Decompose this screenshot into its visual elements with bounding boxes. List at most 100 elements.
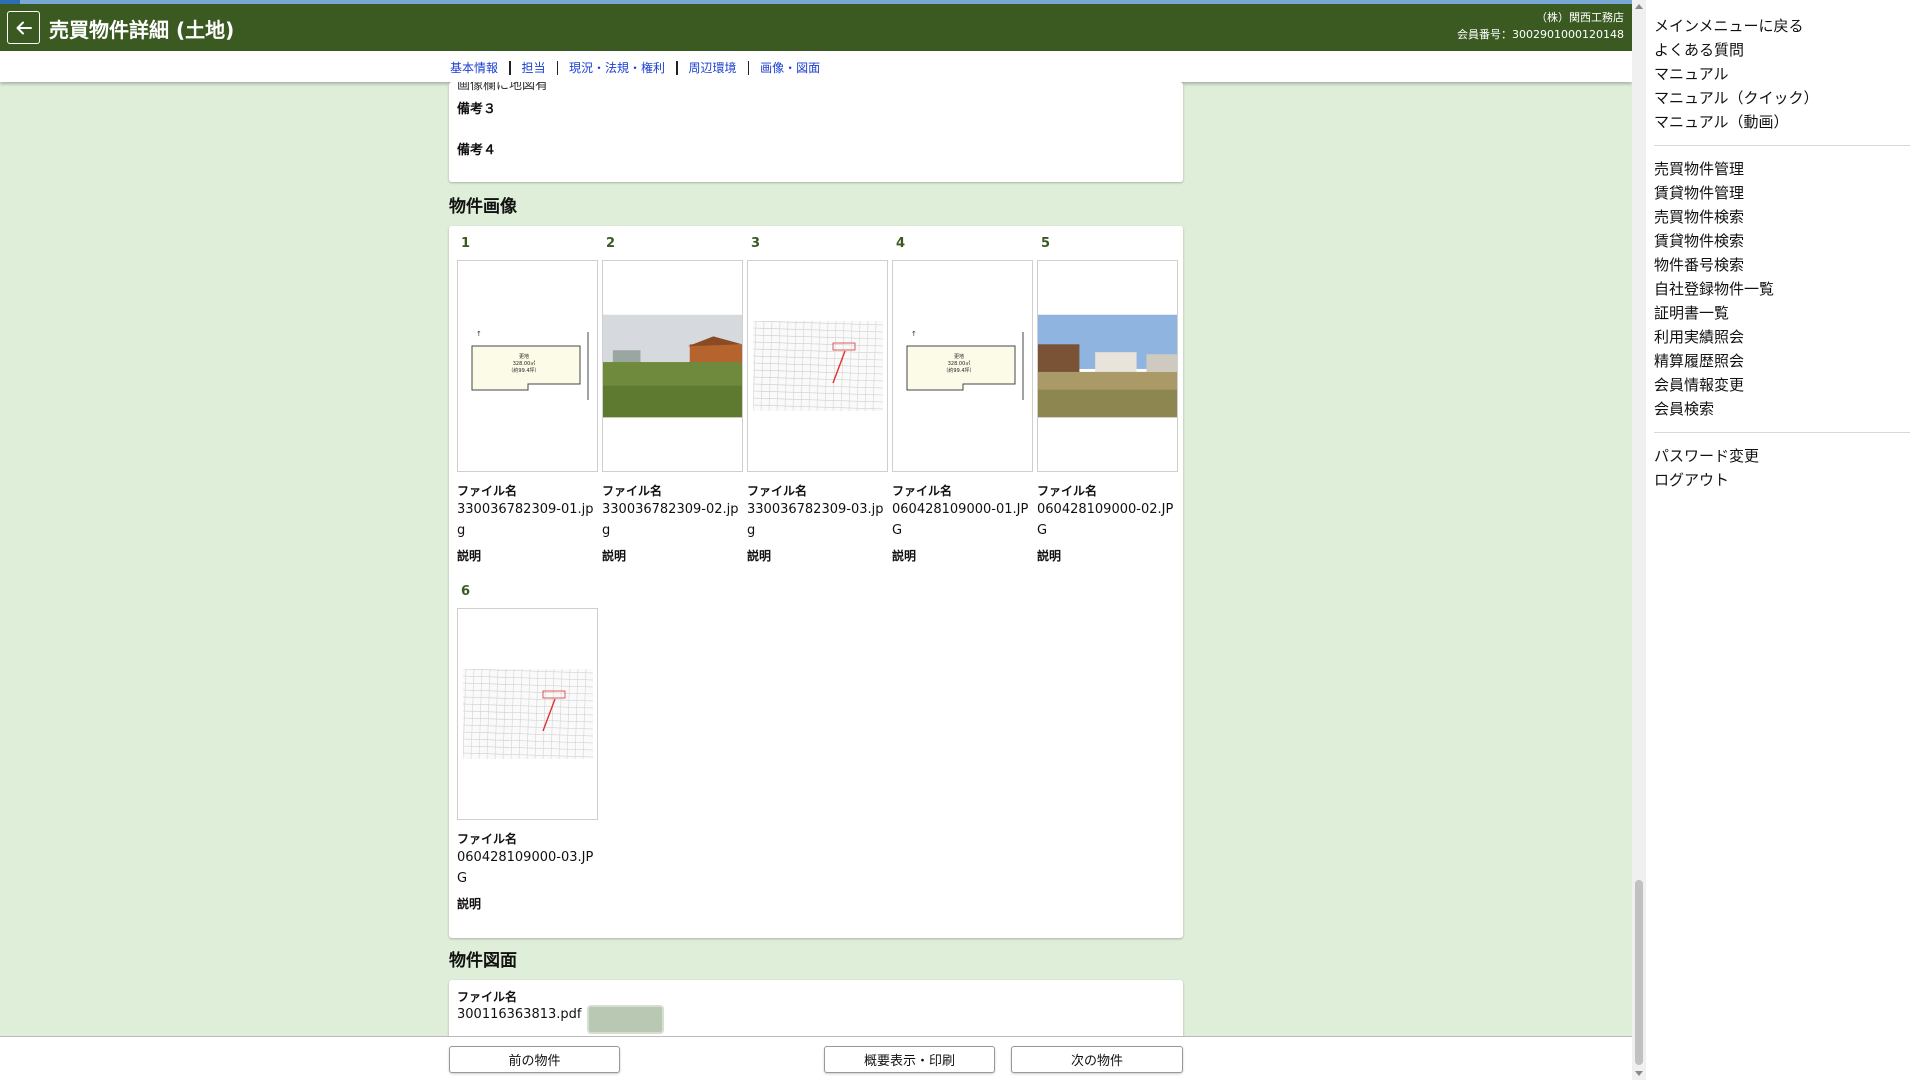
footer-bar: 前の物件 概要表示・印刷 次の物件 <box>0 1036 1632 1080</box>
scroll-up-icon[interactable] <box>1635 4 1643 9</box>
image-tile: 1 ↑ 更地 328.00㎡ （約99.4坪） ファイル名 330036782309-01.… <box>457 236 598 564</box>
file-name-label: ファイル名 <box>602 484 663 498</box>
scroll-thumb[interactable] <box>1635 880 1643 1065</box>
menu-item[interactable]: パスワード変更 <box>1654 444 1910 468</box>
description-label: 説明 <box>892 549 917 563</box>
image-number: 1 <box>461 236 471 251</box>
menu-item[interactable]: 利用実績照会 <box>1654 325 1910 349</box>
arrow-left-icon <box>16 21 32 34</box>
back-button[interactable] <box>7 11 40 44</box>
image-preview <box>752 321 883 411</box>
header-bar: 売買物件詳細 (土地) （株）関西工務店 会員番号：30029010001201… <box>0 4 1632 51</box>
menu-item[interactable]: 売買物件検索 <box>1654 205 1910 229</box>
image-preview <box>1038 314 1177 418</box>
menu-item[interactable]: マニュアル（クイック） <box>1654 86 1910 110</box>
notes-text: 画像欄に地図有 <box>457 82 549 93</box>
image-number: 3 <box>751 236 761 251</box>
nav-separator <box>556 60 559 75</box>
file-name-label: ファイル名 <box>457 832 518 846</box>
image-preview: ↑ 更地328.00㎡（約99.4坪） <box>898 326 1027 406</box>
member-number: 会員番号：3002901000120148 <box>1457 28 1624 41</box>
notes-card: 画像欄に地図有 備考３ 備考４ <box>449 82 1183 182</box>
menu-item[interactable]: よくある質問 <box>1654 38 1910 62</box>
menu-item[interactable]: 賃貸物件管理 <box>1654 181 1910 205</box>
svg-text:↑: ↑ <box>911 330 917 338</box>
menu-divider <box>1654 432 1910 433</box>
menu-item[interactable]: 売買物件管理 <box>1654 157 1910 181</box>
nav-staff[interactable]: 担当 <box>522 59 546 76</box>
menu-item[interactable]: 賃貸物件検索 <box>1654 229 1910 253</box>
menu-item[interactable]: メインメニューに戻る <box>1654 14 1910 38</box>
file-name-label: ファイル名 <box>892 484 953 498</box>
image-thumbnail[interactable]: ↑ 更地 328.00㎡ （約99.4坪） <box>892 260 1033 472</box>
image-tile: 6 ファイル名 060428109000-03.JPG 説明 <box>457 584 598 912</box>
menu-item[interactable]: マニュアル <box>1654 62 1910 86</box>
menu-item[interactable]: 精算履歴照会 <box>1654 349 1910 373</box>
drawing-section-title: 物件図面 <box>449 951 517 971</box>
page-title: 売買物件詳細 (土地) <box>49 18 235 42</box>
print-summary-button[interactable]: 概要表示・印刷 <box>824 1046 995 1073</box>
nav-images-drawings[interactable]: 画像・図面 <box>760 59 820 76</box>
drawing-file-name: 300116363813.pdf <box>457 1007 582 1022</box>
section-nav: 基本情報 担当 現況・法規・権利 周辺環境 画像・図面 <box>0 51 1632 82</box>
image-number: 5 <box>1041 236 1051 251</box>
file-name-value: 060428109000-03.JPG <box>457 850 594 886</box>
image-thumbnail[interactable] <box>457 608 598 820</box>
next-property-button[interactable]: 次の物件 <box>1011 1046 1183 1073</box>
page-scrollbar[interactable] <box>1632 0 1646 1080</box>
description-label: 説明 <box>1037 549 1062 563</box>
scroll-down-icon[interactable] <box>1635 1071 1643 1076</box>
images-section-title: 物件画像 <box>449 197 517 217</box>
company-info: （株）関西工務店 会員番号：3002901000120148 <box>1457 9 1624 43</box>
image-thumbnail[interactable] <box>602 260 743 472</box>
svg-text:↑: ↑ <box>476 330 482 338</box>
image-thumbnail[interactable] <box>1037 260 1178 472</box>
prev-property-button[interactable]: 前の物件 <box>449 1046 620 1073</box>
description-label: 説明 <box>457 549 482 563</box>
menu-item[interactable]: マニュアル（動画） <box>1654 110 1910 134</box>
menu-divider <box>1654 145 1910 146</box>
svg-text:328.00㎡: 328.00㎡ <box>512 360 535 367</box>
image-thumbnail[interactable] <box>747 260 888 472</box>
description-label: 説明 <box>747 549 772 563</box>
sidebar-menu: メインメニューに戻る よくある質問 マニュアル マニュアル（クイック） マニュアル（動画… <box>1646 0 1920 1080</box>
image-preview <box>462 669 593 759</box>
image-tile: 5 ファイル名 060428109000-02.JPG 説明 <box>1037 236 1178 564</box>
menu-item[interactable]: 証明書一覧 <box>1654 301 1910 325</box>
image-tile: 4 ↑ 更地 328.00㎡ （約99.4坪） ファイル名 060428109000-01.… <box>892 236 1033 564</box>
drawing-card: ファイル名 300116363813.pdf <box>449 980 1183 1036</box>
menu-item[interactable]: 自社登録物件一覧 <box>1654 277 1910 301</box>
image-preview <box>603 314 742 418</box>
drawing-open-button[interactable] <box>587 1005 664 1034</box>
image-number: 2 <box>606 236 616 251</box>
description-label: 説明 <box>602 549 627 563</box>
nav-status-law-rights[interactable]: 現況・法規・権利 <box>569 59 665 76</box>
file-name-value: 330036782309-02.jpg <box>602 502 739 538</box>
nav-separator <box>676 60 678 75</box>
svg-text:更地: 更地 <box>953 353 963 360</box>
file-name-value: 330036782309-03.jpg <box>747 502 884 538</box>
file-name-label: ファイル名 <box>457 484 518 498</box>
image-number: 6 <box>461 584 471 599</box>
note4-label: 備考４ <box>457 143 497 158</box>
description-label: 説明 <box>457 897 482 911</box>
note3-label: 備考３ <box>457 102 497 117</box>
menu-item[interactable]: 会員検索 <box>1654 397 1910 421</box>
menu-item[interactable]: 物件番号検索 <box>1654 253 1910 277</box>
images-card: 1 ↑ 更地 328.00㎡ （約99.4坪） ファイル名 330036782309-01.… <box>449 226 1183 938</box>
svg-text:328.00㎡: 328.00㎡ <box>947 360 970 367</box>
file-name-label: ファイル名 <box>747 484 808 498</box>
menu-item[interactable]: ログアウト <box>1654 468 1910 492</box>
file-name-value: 060428109000-01.JPG <box>892 502 1029 538</box>
file-name-label: ファイル名 <box>1037 484 1098 498</box>
image-thumbnail[interactable]: ↑ 更地 328.00㎡ （約99.4坪） <box>457 260 598 472</box>
nav-surroundings[interactable]: 周辺環境 <box>689 59 737 76</box>
file-name-value: 060428109000-02.JPG <box>1037 502 1174 538</box>
file-name-value: 330036782309-01.jpg <box>457 502 594 538</box>
svg-text:（約99.4坪）: （約99.4坪） <box>943 367 974 374</box>
menu-item[interactable]: 会員情報変更 <box>1654 373 1910 397</box>
nav-basic-info[interactable]: 基本情報 <box>450 59 498 76</box>
svg-text:（約99.4坪）: （約99.4坪） <box>508 367 539 374</box>
image-preview: ↑ 更地328.00㎡（約99.4坪） <box>463 326 592 406</box>
main-content: 画像欄に地図有 備考３ 備考４ 物件画像 1 ↑ 更地 328.00㎡ （約99.4坪）… <box>0 82 1632 1036</box>
